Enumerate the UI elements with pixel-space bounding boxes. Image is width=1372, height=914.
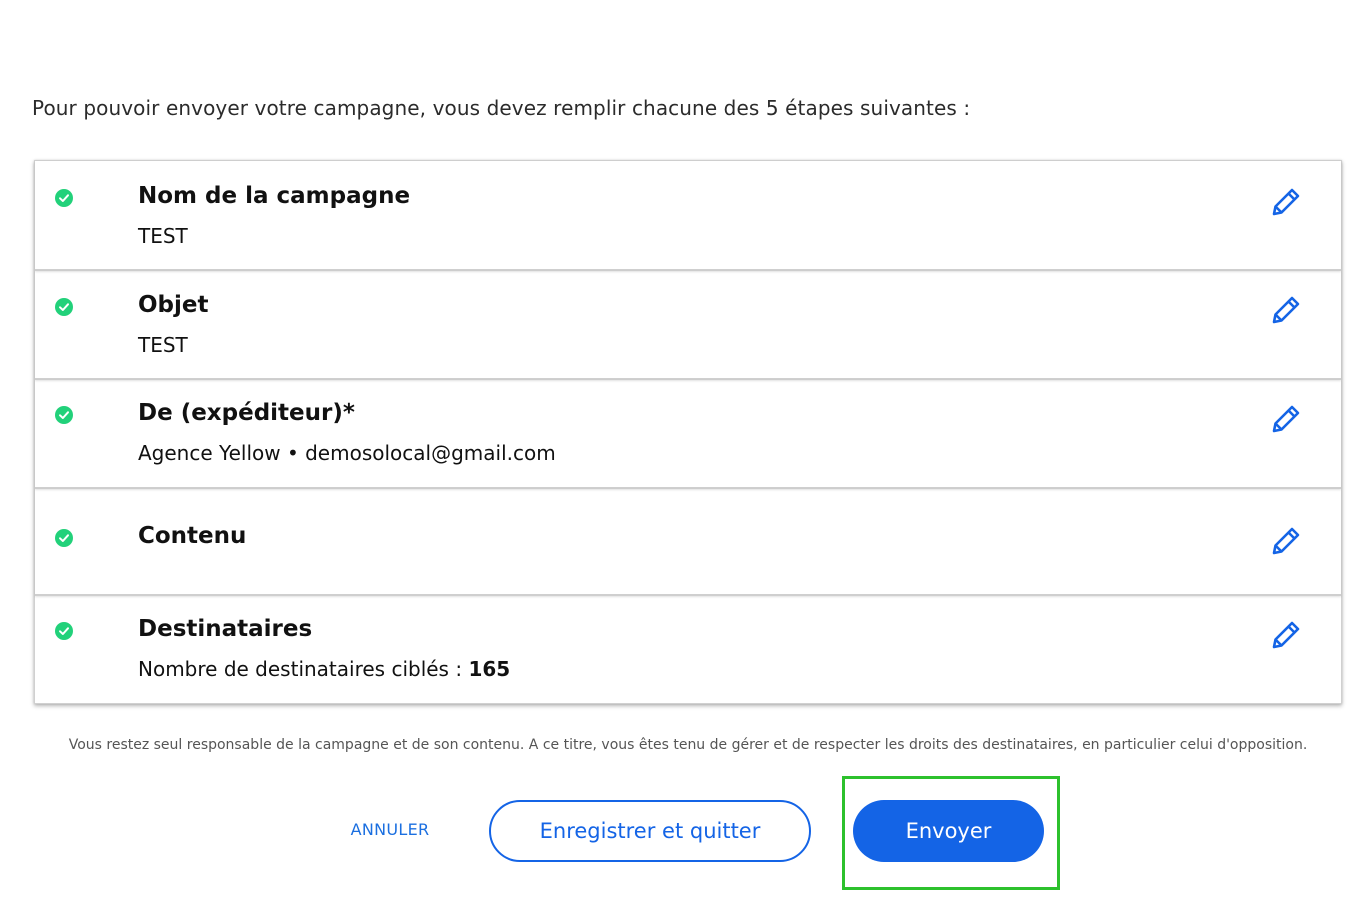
intro-text: Pour pouvoir envoyer votre campagne, vou… (32, 96, 971, 120)
check-circle-icon (55, 529, 73, 547)
step-content: Contenu (35, 489, 1341, 596)
recipients-count-label: Nombre de destinataires ciblés : (138, 657, 469, 681)
step-subject: Objet TEST (35, 271, 1341, 380)
pencil-icon[interactable] (1269, 293, 1303, 327)
pencil-icon[interactable] (1269, 402, 1303, 436)
check-circle-icon (55, 406, 73, 424)
step-title: De (expéditeur)* (138, 400, 355, 426)
step-value: Agence Yellow • demosolocal@gmail.com (138, 441, 556, 465)
check-circle-icon (55, 298, 73, 316)
steps-card: Nom de la campagne TEST Objet TEST De (e… (34, 160, 1342, 704)
step-title: Objet (138, 292, 209, 318)
check-circle-icon (55, 622, 73, 640)
send-button[interactable]: Envoyer (853, 800, 1044, 862)
step-campaign-name: Nom de la campagne TEST (35, 161, 1341, 271)
step-sender: De (expéditeur)* Agence Yellow • demosol… (35, 380, 1341, 489)
step-title: Contenu (138, 523, 247, 549)
step-value: TEST (138, 333, 188, 357)
step-title: Destinataires (138, 616, 313, 642)
pencil-icon[interactable] (1269, 524, 1303, 558)
step-value: Nombre de destinataires ciblés : 165 (138, 657, 510, 681)
cancel-button[interactable]: ANNULER (340, 820, 440, 839)
pencil-icon[interactable] (1269, 185, 1303, 219)
step-value: TEST (138, 224, 188, 248)
pencil-icon[interactable] (1269, 618, 1303, 652)
step-recipients: Destinataires Nombre de destinataires ci… (35, 596, 1341, 704)
check-circle-icon (55, 189, 73, 207)
recipients-count: 165 (468, 657, 511, 681)
save-and-quit-button[interactable]: Enregistrer et quitter (489, 800, 811, 862)
disclaimer-text: Vous restez seul responsable de la campa… (68, 737, 1308, 753)
step-title: Nom de la campagne (138, 183, 411, 209)
